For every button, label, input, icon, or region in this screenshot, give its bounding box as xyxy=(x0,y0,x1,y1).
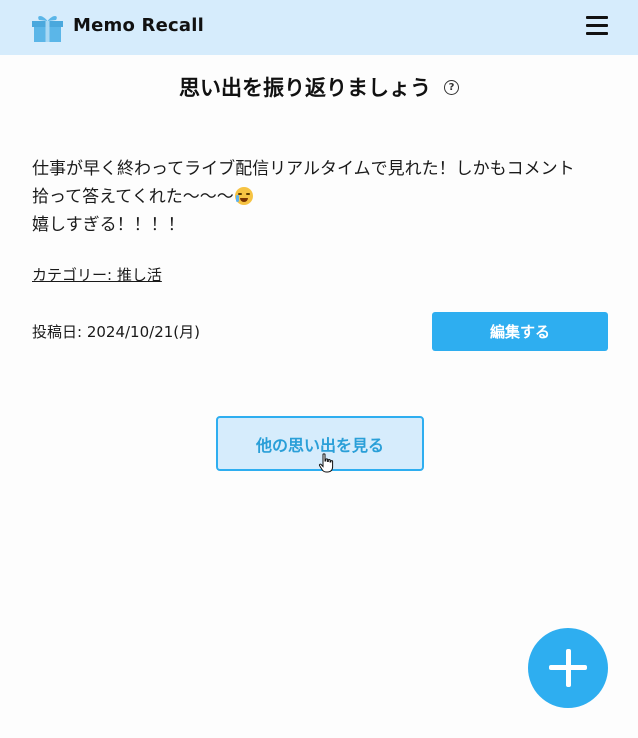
memo-line: 嬉しすぎる！！！！ xyxy=(32,215,185,235)
memo-line: 拾って答えてくれた〜〜〜 xyxy=(32,183,612,211)
help-icon[interactable]: ? xyxy=(444,79,460,95)
page-title-bar: 思い出を振り返りましょう ? xyxy=(0,72,638,102)
add-memo-button[interactable] xyxy=(528,628,608,708)
app-title[interactable]: Memo Recall xyxy=(73,15,204,36)
memo-body: 仕事が早く終わってライブ配信リアルタイムで見れた！しかもコメント 拾って答えてく… xyxy=(32,155,612,239)
page-title: 思い出を振り返りましょう xyxy=(178,76,431,100)
gift-icon xyxy=(32,16,63,42)
crying-face-emoji-icon xyxy=(234,187,253,205)
hand-pointer-cursor-icon xyxy=(318,453,334,473)
app-header: Memo Recall xyxy=(0,0,638,55)
edit-button[interactable]: 編集する xyxy=(432,312,608,351)
post-date: 投稿日: 2024/10/21(月) xyxy=(32,323,200,341)
plus-icon xyxy=(565,649,571,687)
category-link[interactable]: カテゴリー: 推し活 xyxy=(32,264,162,285)
hamburger-menu-icon[interactable] xyxy=(586,16,608,36)
memo-line: 仕事が早く終わってライブ配信リアルタイムで見れた！しかもコメント xyxy=(32,159,575,179)
